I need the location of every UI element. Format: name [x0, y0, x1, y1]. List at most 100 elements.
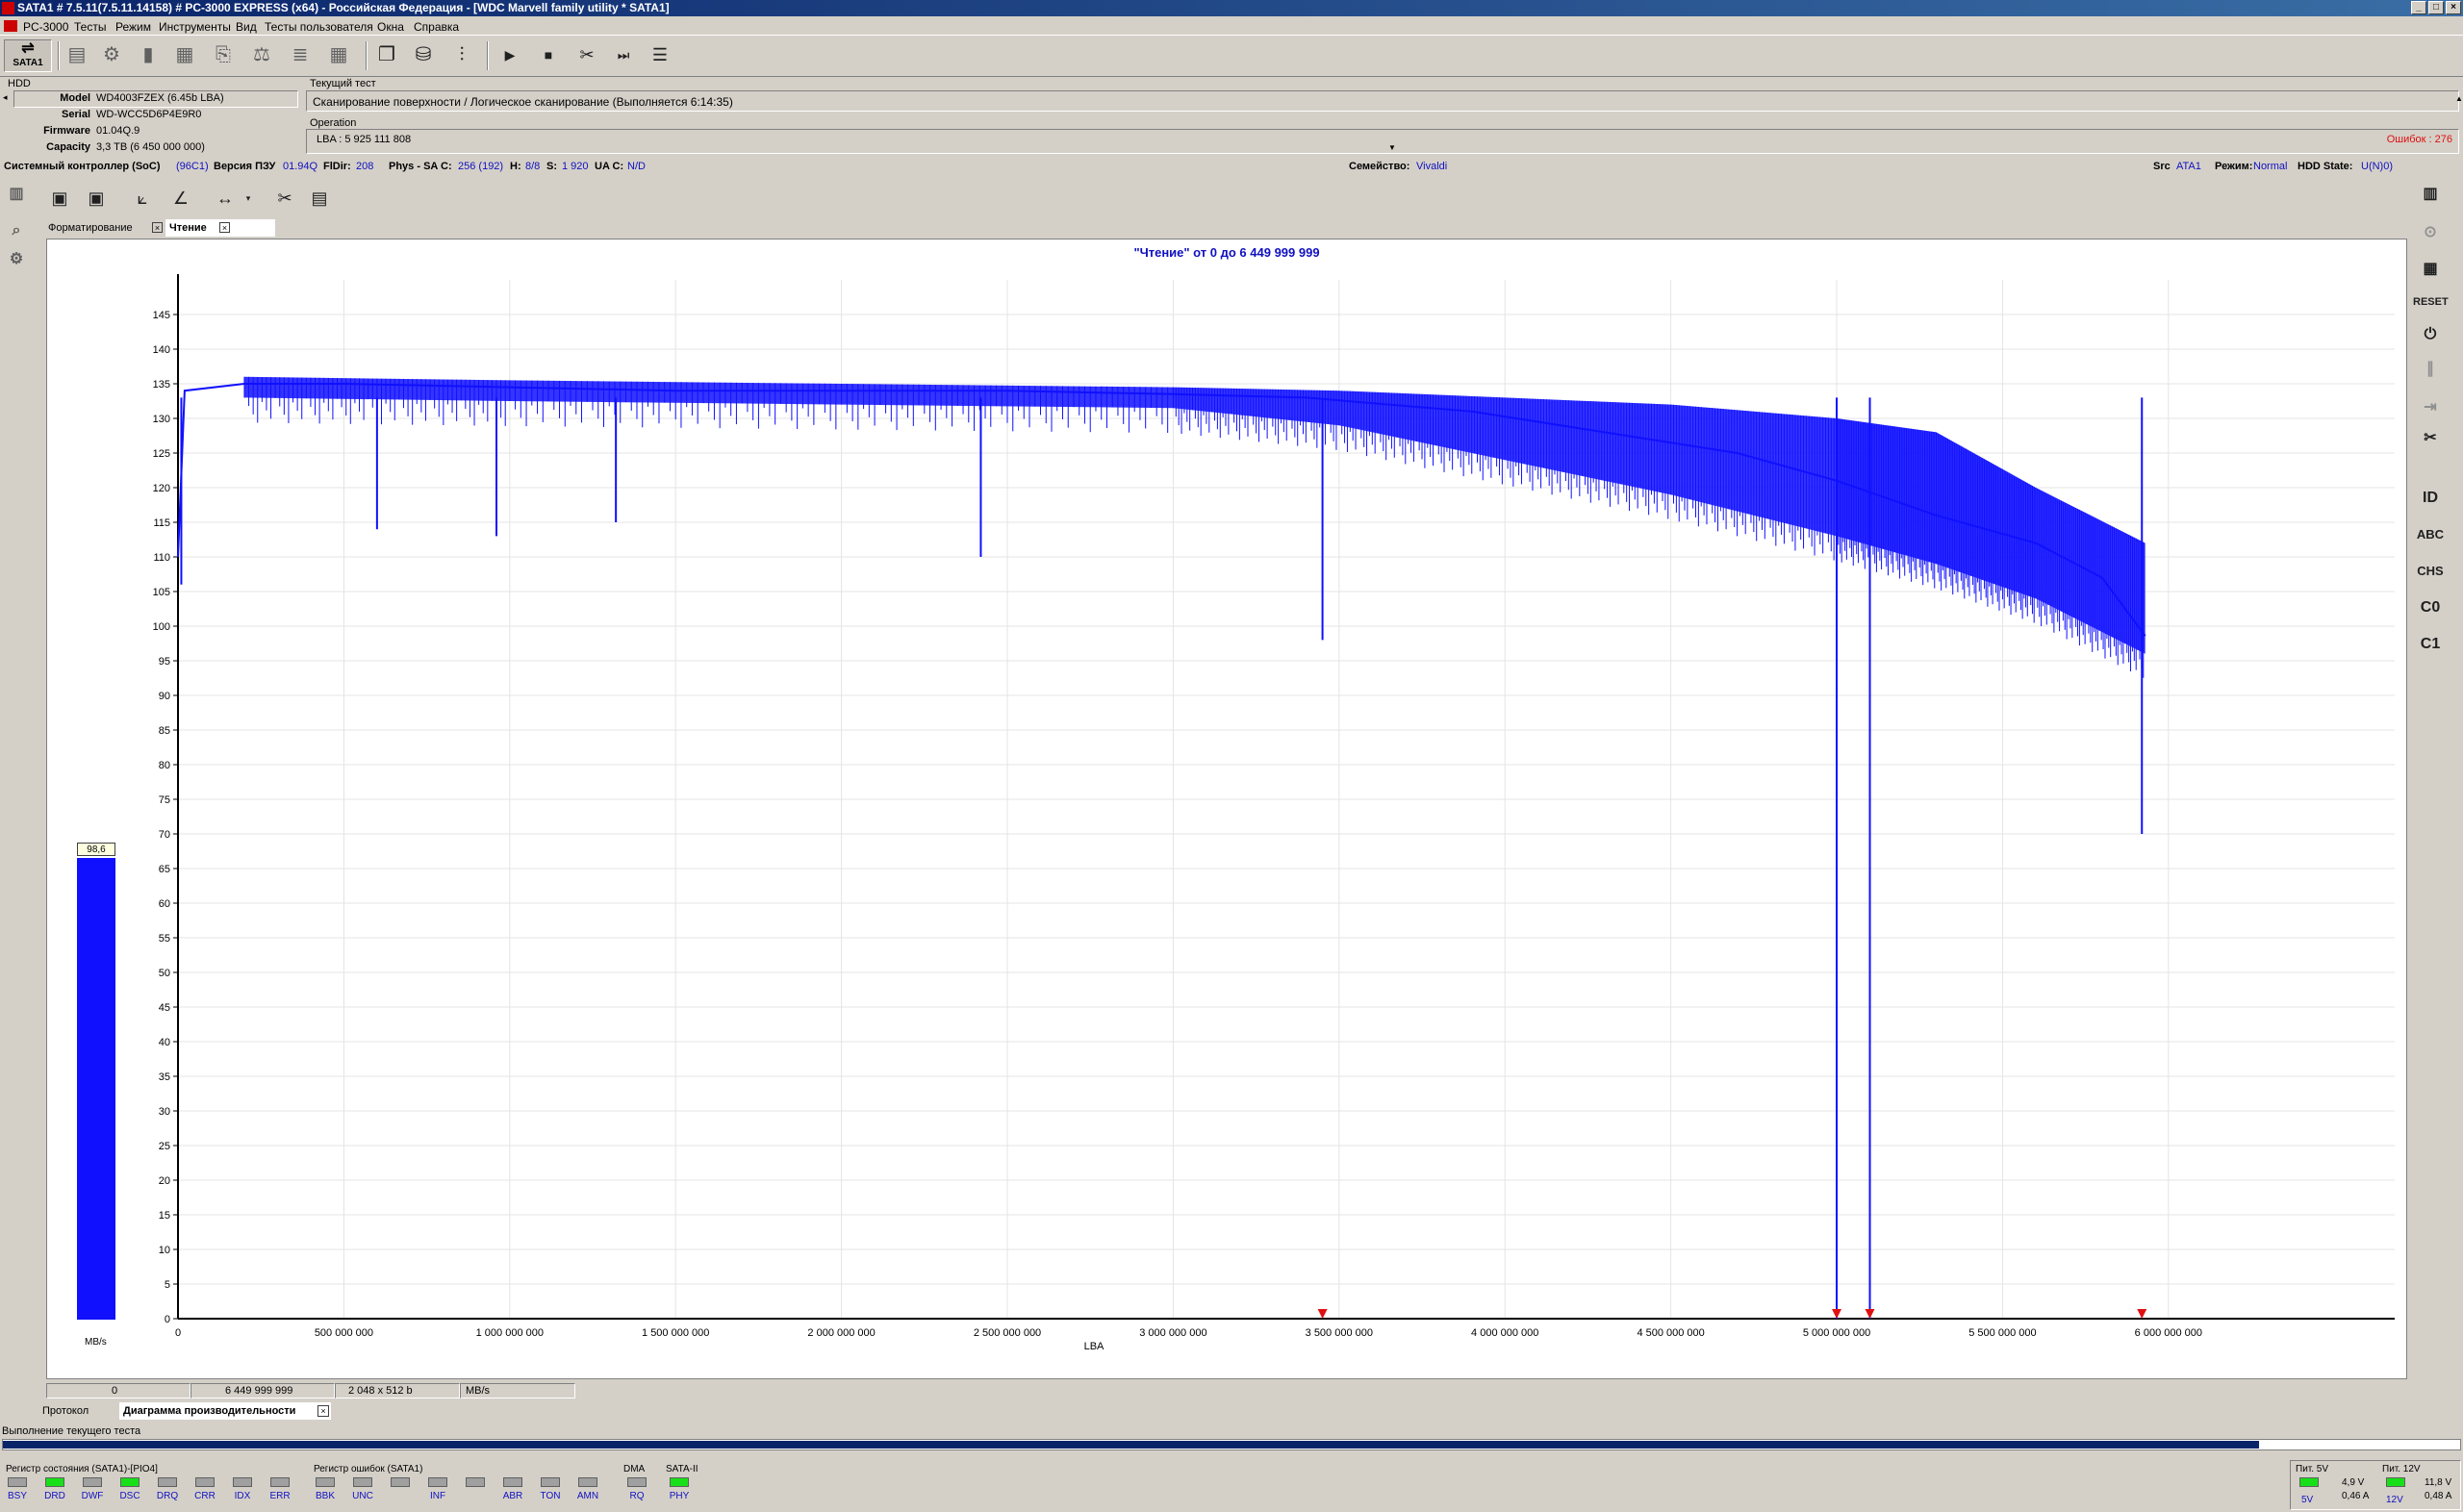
chart-tools-icon[interactable]: ✂	[271, 185, 298, 212]
y-tick-label: 140	[153, 344, 170, 356]
range-dropdown-icon[interactable]: ▾	[235, 185, 262, 212]
stack-icon[interactable]: ≣	[287, 41, 314, 68]
tools-side-icon[interactable]: ✂	[2413, 424, 2448, 453]
status-led	[353, 1477, 372, 1487]
scale-icon[interactable]: ⚖	[248, 41, 275, 68]
sata1-port-button[interactable]: ⇌ SATA1	[4, 39, 52, 72]
close-tab-icon[interactable]: ×	[152, 222, 163, 233]
maximize-button[interactable]: □	[2428, 1, 2444, 14]
close-button[interactable]: ×	[2446, 1, 2461, 14]
status-led-label: UNC	[352, 1491, 373, 1501]
chart-title: "Чтение" от 0 до 6 449 999 999	[1133, 245, 1320, 260]
fldir-label: FlDir:	[323, 161, 351, 172]
play-icon[interactable]: ▶	[496, 41, 523, 68]
lba-readout: LBA : 5 925 111 808	[317, 134, 412, 145]
trash-icon[interactable]: ▮	[135, 41, 162, 68]
drive-panel-icon[interactable]: ▥	[2413, 180, 2448, 209]
c0-icon[interactable]: C0	[2413, 593, 2448, 622]
report-icon[interactable]: ▤	[306, 185, 333, 212]
window-title: SATA1 # 7.5.11(7.5.11.14158) # PC-3000 E…	[17, 1, 670, 14]
hdd-panel: HDD Model WD4003FZEX (6.45b LBA) Serial WD…	[0, 77, 300, 158]
load-chart-icon[interactable]: ▣	[83, 185, 110, 212]
menu-tools[interactable]: Инструменты	[159, 20, 231, 34]
status-led	[233, 1477, 252, 1487]
power-12v-voltage: 11,8 V	[2425, 1477, 2452, 1488]
src-label: Src	[2153, 161, 2171, 172]
log-icon[interactable]: ☰	[647, 41, 673, 68]
arrow-icon[interactable]: ⇥	[2413, 393, 2448, 422]
minimize-button[interactable]: _	[2411, 1, 2426, 14]
power-icon[interactable]: ⏻	[2413, 320, 2448, 349]
app-menu-icon[interactable]	[4, 20, 17, 32]
sata1-port-label: SATA1	[13, 58, 43, 68]
reset-icon[interactable]: ⊙	[2413, 218, 2448, 247]
capacity-key: Capacity	[46, 141, 90, 153]
menu-pc3000[interactable]: PC-3000	[23, 20, 68, 34]
current-test-panel: Текущий тест Сканирование поверхности / …	[302, 77, 2463, 158]
settings-icon[interactable]: ⚙	[0, 245, 33, 274]
drive-status-line: Системный контроллер (SoC) (96C1) Версия…	[0, 158, 2463, 175]
status-led-label: PHY	[669, 1491, 690, 1501]
reset-button-icon[interactable]: RESET	[2413, 288, 2449, 316]
y-tick-label: 5	[165, 1279, 170, 1291]
y-tick-label: 35	[159, 1071, 170, 1083]
stop-icon[interactable]: ■	[535, 41, 562, 68]
status-led	[670, 1477, 689, 1487]
copy-icon[interactable]: ⎘	[210, 41, 237, 68]
speed-gauge-value: 98,6	[77, 843, 115, 857]
status-led	[316, 1477, 335, 1487]
y-tick-label: 90	[159, 691, 170, 702]
windows-icon[interactable]: ❐	[373, 41, 400, 68]
search-icon[interactable]: ⌕	[0, 216, 33, 245]
menu-windows[interactable]: Окна	[377, 20, 404, 34]
error-marker	[1865, 1309, 1875, 1319]
uac-label: UA C:	[595, 161, 624, 172]
tab-performance-chart[interactable]: Диаграмма производительности	[119, 1402, 331, 1420]
close-tab-icon[interactable]: ×	[219, 222, 230, 233]
status-led	[627, 1477, 647, 1487]
rom-value: 01.94Q	[283, 161, 318, 172]
phys-label: Phys - SA C:	[389, 161, 452, 172]
y-tick-label: 70	[159, 829, 170, 841]
port-icon: ⇌	[21, 40, 35, 57]
hdd-expand-icon[interactable]: ◂	[3, 92, 8, 103]
disks-icon[interactable]: ⛁	[410, 41, 437, 68]
edit-icon[interactable]: ▦	[171, 41, 198, 68]
status-led-label: RQ	[629, 1491, 645, 1501]
drive-info-icon[interactable]: ▤	[63, 41, 90, 68]
operation-expand-icon[interactable]: ▼	[1388, 143, 1396, 152]
info-panel-icon[interactable]: ▥	[0, 180, 33, 209]
x-tick-label: 6 000 000 000	[2135, 1327, 2202, 1339]
panel-collapse-icon[interactable]: ▲	[2455, 94, 2463, 103]
tab-protocol[interactable]: Протокол	[38, 1402, 123, 1420]
grid-icon[interactable]: ▦	[325, 41, 352, 68]
abc-chs-icon[interactable]: CHS	[2413, 557, 2448, 586]
terminal-icon[interactable]: ▦	[2413, 255, 2448, 284]
close-tab-icon[interactable]: ×	[317, 1405, 329, 1417]
status-led	[158, 1477, 177, 1487]
model-value: WD4003FZEX (6.45b LBA)	[96, 92, 224, 104]
walk-icon[interactable]: ⫶	[448, 41, 475, 68]
connect-icon[interactable]: ⚙	[98, 41, 125, 68]
menu-mode[interactable]: Режим	[115, 20, 151, 34]
line-chart-icon[interactable]: ⟀	[129, 185, 156, 212]
id-icon[interactable]: ID	[2413, 484, 2448, 513]
menu-tests[interactable]: Тесты	[74, 20, 106, 34]
tools-icon[interactable]: ✂	[573, 41, 600, 68]
menu-view[interactable]: Вид	[236, 20, 257, 34]
pause-icon[interactable]: ∥	[2413, 355, 2448, 384]
block-size: 2 048 x 512 b	[348, 1385, 413, 1397]
error-marker	[1832, 1309, 1842, 1319]
error-marker	[1317, 1309, 1328, 1319]
status-led	[83, 1477, 102, 1487]
menu-user-tests[interactable]: Тесты пользователя	[265, 20, 373, 34]
app-icon	[2, 2, 14, 14]
c1-icon[interactable]: C1	[2413, 630, 2448, 659]
menu-help[interactable]: Справка	[414, 20, 459, 34]
status-led-label: BSY	[7, 1491, 27, 1501]
skip-icon[interactable]: ⏭	[610, 41, 637, 68]
save-chart-icon[interactable]: ▣	[46, 185, 73, 212]
y-tick-label: 40	[159, 1037, 170, 1048]
abc-icon[interactable]: ABC	[2413, 520, 2448, 549]
angle-chart-icon[interactable]: ∠	[167, 185, 194, 212]
